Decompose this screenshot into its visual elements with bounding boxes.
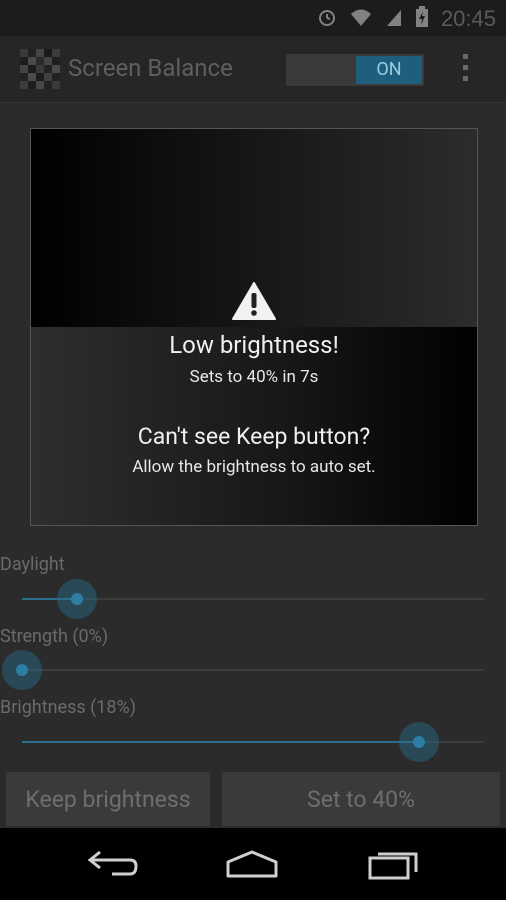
overflow-menu-icon[interactable]: [460, 54, 470, 86]
signal-icon: [385, 7, 403, 31]
daylight-slider-thumb[interactable]: [57, 579, 97, 619]
keep-brightness-button[interactable]: Keep brightness: [6, 772, 210, 826]
app-title: Screen Balance: [68, 54, 233, 82]
brightness-slider-fill: [22, 741, 419, 743]
strength-slider[interactable]: [2, 650, 484, 690]
alarm-icon: [317, 7, 337, 31]
battery-charging-icon: [415, 6, 429, 32]
set-to-40-button[interactable]: Set to 40%: [222, 772, 500, 826]
daylight-slider[interactable]: [22, 579, 484, 619]
recents-icon[interactable]: [364, 846, 424, 882]
dialog-question: Can't see Keep button?: [137, 423, 371, 450]
strength-slider-thumb[interactable]: [2, 650, 42, 690]
brightness-preview: Low brightness! Sets to 40% in 7s Can't …: [30, 128, 478, 526]
daylight-label: Daylight: [0, 554, 65, 575]
back-icon[interactable]: [82, 846, 142, 882]
toggle-on-label: ON: [356, 56, 422, 84]
brightness-label: Brightness (18%): [0, 697, 136, 718]
app-logo-icon: [20, 49, 60, 89]
navigation-bar: [0, 828, 506, 900]
warning-icon: [232, 282, 276, 320]
dialog-countdown: Sets to 40% in 7s: [189, 367, 319, 387]
status-time: 20:45: [440, 6, 496, 31]
dialog-title: Low brightness!: [169, 331, 339, 359]
enable-toggle[interactable]: ON: [286, 54, 424, 86]
strength-label: Strength (0%): [0, 626, 109, 647]
brightness-slider-thumb[interactable]: [399, 722, 439, 762]
action-bar: Screen Balance ON: [0, 36, 506, 103]
wifi-icon: [349, 7, 373, 31]
home-icon[interactable]: [222, 846, 282, 882]
brightness-slider[interactable]: [22, 722, 484, 762]
dialog-hint: Allow the brightness to auto set.: [132, 457, 376, 477]
status-bar: 20:45: [0, 0, 506, 36]
